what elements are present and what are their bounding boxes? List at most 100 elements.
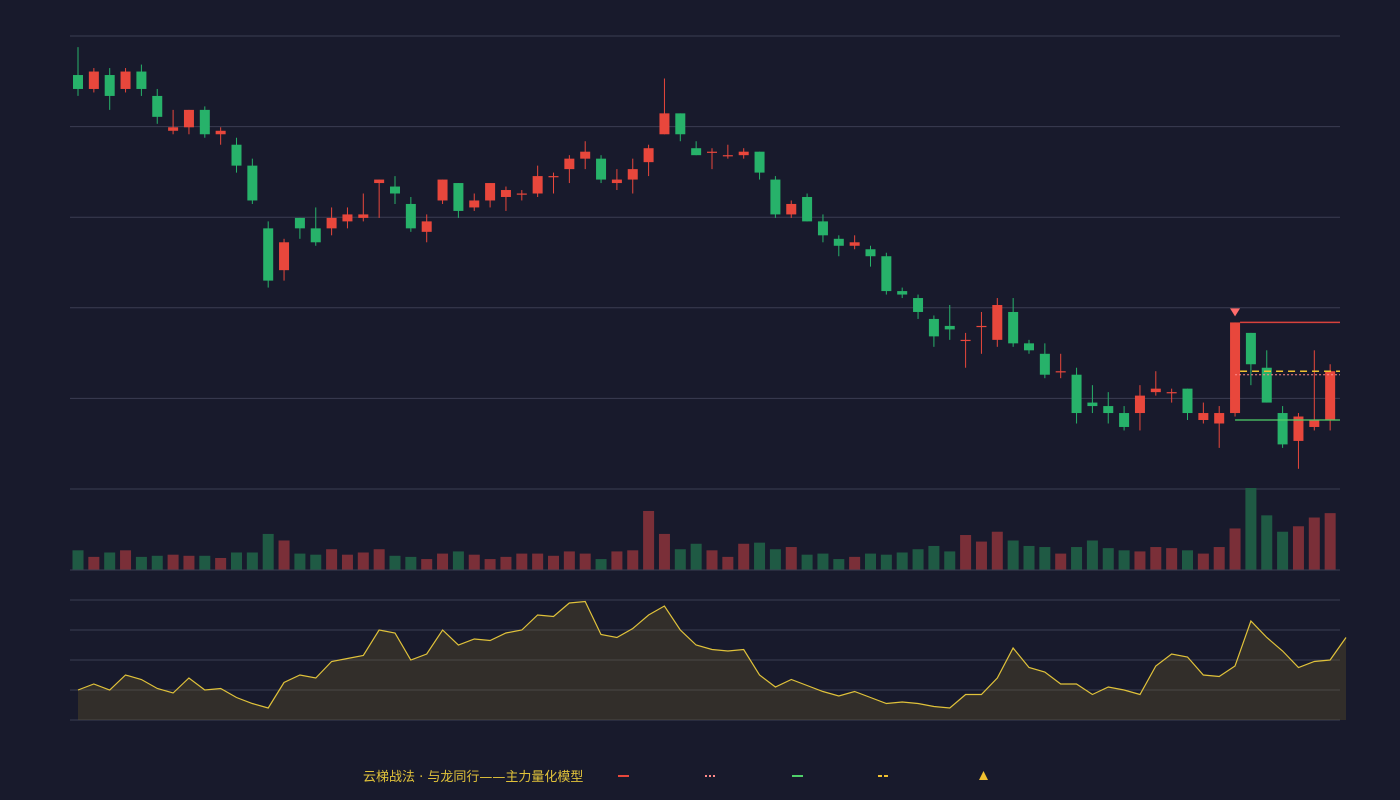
candle-body bbox=[390, 186, 400, 194]
candle bbox=[691, 141, 702, 156]
candle-body bbox=[263, 228, 274, 281]
volume-bar bbox=[785, 547, 797, 570]
candle bbox=[817, 214, 828, 243]
volume-bar bbox=[373, 549, 385, 570]
volume-bar bbox=[801, 554, 813, 570]
candle-body bbox=[279, 242, 290, 271]
candle bbox=[294, 217, 305, 239]
candle bbox=[1293, 413, 1304, 469]
volume-bar bbox=[452, 551, 464, 570]
candle-body bbox=[770, 179, 781, 215]
candle bbox=[485, 183, 496, 208]
candle bbox=[1150, 371, 1161, 396]
volume-bar bbox=[183, 555, 195, 570]
legend-triangle-icon bbox=[979, 771, 988, 780]
volume-bar bbox=[437, 553, 449, 570]
legend-title: 云梯战法 · 与龙同行——主力量化模型 bbox=[363, 770, 583, 785]
volume-bar bbox=[754, 542, 766, 570]
candle-body bbox=[1150, 388, 1161, 393]
candle-body bbox=[802, 196, 813, 222]
candle-body bbox=[1071, 374, 1082, 414]
candle-body bbox=[120, 71, 131, 89]
candle bbox=[136, 64, 147, 96]
volume-bar bbox=[595, 559, 607, 570]
candle-body bbox=[1182, 388, 1193, 414]
volume-bar bbox=[167, 554, 179, 570]
candle-body bbox=[1134, 395, 1145, 414]
volume-bar bbox=[1007, 540, 1019, 570]
volume-bar bbox=[880, 554, 892, 570]
candle-body bbox=[532, 176, 543, 194]
candle bbox=[849, 235, 860, 250]
candle bbox=[992, 298, 1003, 347]
candle-body bbox=[1166, 392, 1177, 394]
volume-bar bbox=[960, 535, 972, 570]
candle bbox=[1134, 385, 1145, 431]
volume-bar bbox=[928, 545, 940, 570]
candle bbox=[358, 193, 369, 222]
candle bbox=[897, 287, 908, 299]
volume-bar bbox=[326, 549, 338, 570]
candle-body bbox=[168, 127, 179, 131]
candle-body bbox=[421, 221, 432, 232]
candle-body bbox=[1214, 413, 1225, 424]
candle-body bbox=[897, 291, 908, 295]
candle bbox=[770, 176, 781, 218]
candle bbox=[1214, 406, 1225, 448]
candle-body bbox=[1245, 332, 1256, 365]
candle-body bbox=[374, 179, 385, 184]
candle-body bbox=[1119, 413, 1130, 427]
candle bbox=[120, 68, 131, 93]
volume-bar bbox=[104, 552, 116, 570]
volume-bar bbox=[690, 543, 702, 570]
candle-body bbox=[992, 305, 1003, 340]
candle-body bbox=[469, 200, 480, 208]
candle-body bbox=[437, 179, 448, 201]
candle bbox=[754, 151, 765, 180]
indicator-area bbox=[78, 601, 1346, 720]
candle-body bbox=[231, 144, 242, 166]
volume-bar bbox=[310, 554, 322, 570]
volume-bar bbox=[1277, 531, 1289, 570]
candle bbox=[1103, 392, 1114, 424]
candle bbox=[1230, 322, 1241, 417]
candle-body bbox=[960, 339, 971, 342]
volume-bar bbox=[643, 510, 655, 570]
stock-chart: 云梯战法 · 与龙同行——主力量化模型 bbox=[70, 35, 1347, 785]
indicator-series bbox=[77, 600, 1347, 720]
price-grid bbox=[70, 35, 1340, 490]
candle-body bbox=[564, 158, 575, 170]
volume-bar bbox=[1308, 517, 1320, 570]
volume-bar bbox=[1039, 547, 1051, 570]
volume-bar bbox=[1118, 550, 1130, 570]
candle bbox=[104, 68, 115, 110]
candle bbox=[469, 193, 480, 211]
volume-bar bbox=[658, 533, 670, 570]
candle bbox=[596, 155, 607, 184]
candle-body bbox=[516, 193, 527, 195]
candle-body bbox=[659, 113, 670, 135]
volume-bar bbox=[896, 552, 908, 570]
candle bbox=[659, 78, 670, 135]
volume-bar bbox=[215, 557, 227, 570]
candle-body bbox=[881, 256, 892, 292]
candle bbox=[532, 165, 543, 197]
volume-bar bbox=[294, 553, 306, 570]
candle bbox=[548, 172, 559, 194]
candle-body bbox=[786, 203, 797, 215]
candle-body bbox=[1198, 413, 1209, 421]
volume-bar bbox=[738, 543, 750, 570]
volume-bar bbox=[1324, 513, 1336, 570]
volume-bar bbox=[817, 553, 829, 570]
candlestick-series bbox=[73, 47, 1336, 469]
candle-body bbox=[849, 242, 860, 246]
candle bbox=[390, 176, 400, 204]
candle bbox=[168, 109, 179, 135]
candle bbox=[405, 196, 416, 232]
volume-bar bbox=[500, 556, 512, 570]
candle bbox=[1277, 406, 1288, 448]
candle-body bbox=[865, 249, 876, 257]
volume-bar bbox=[468, 554, 480, 570]
volume-bar bbox=[1150, 547, 1162, 570]
candle-body bbox=[817, 221, 828, 236]
